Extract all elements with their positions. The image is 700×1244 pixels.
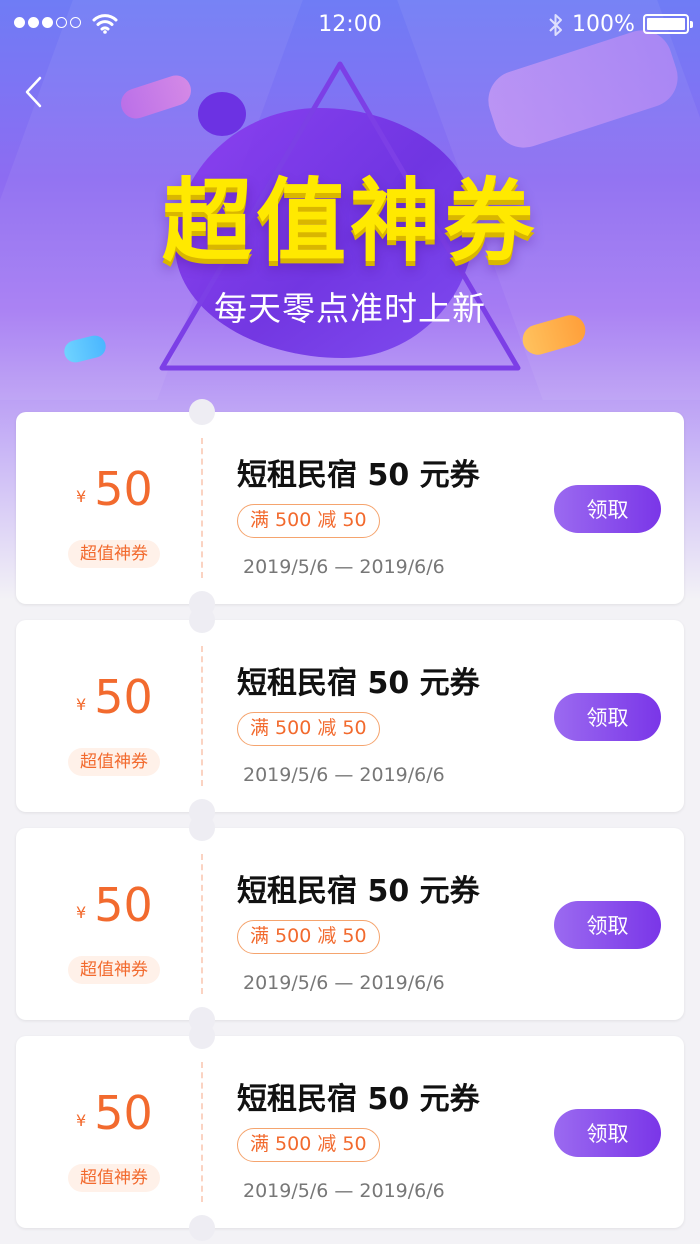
coupon-amount-value: 50	[94, 878, 153, 932]
claim-button[interactable]: 领取	[554, 693, 661, 741]
coupon-rule-badge: 满 500 减 50	[237, 920, 380, 954]
status-bar: 12:00 100%	[0, 0, 700, 48]
coupon-amount-value: 50	[94, 670, 153, 724]
coupon-tag: 超值神券	[68, 956, 160, 984]
coupon-name: 短租民宿 50 元券	[237, 458, 480, 493]
coupon-amount: ¥50	[76, 878, 153, 932]
currency-symbol: ¥	[76, 487, 87, 506]
coupon-value-panel: ¥50 超值神券	[16, 1036, 202, 1228]
coupon-rule-badge: 满 500 减 50	[237, 1128, 380, 1162]
coupon-rule-badge: 满 500 减 50	[237, 504, 380, 538]
coupon-amount-value: 50	[94, 462, 153, 516]
currency-symbol: ¥	[76, 695, 87, 714]
claim-button[interactable]: 领取	[554, 485, 661, 533]
coupon-rule-badge: 满 500 减 50	[237, 712, 380, 746]
currency-symbol: ¥	[76, 903, 87, 922]
coupon-validity: 2019/5/6 — 2019/6/6	[243, 972, 445, 994]
coupon-name: 短租民宿 50 元券	[237, 666, 480, 701]
coupon-amount: ¥50	[76, 462, 153, 516]
coupon-value-panel: ¥50 超值神券	[16, 412, 202, 604]
coupon-tag: 超值神券	[68, 540, 160, 568]
coupon-validity: 2019/5/6 — 2019/6/6	[243, 1180, 445, 1202]
coupon-name: 短租民宿 50 元券	[237, 1082, 480, 1117]
back-chevron-icon[interactable]	[20, 74, 50, 110]
coupon-value-panel: ¥50 超值神券	[16, 828, 202, 1020]
coupon-card: ¥50 超值神券 短租民宿 50 元券 满 500 减 50 2019/5/6 …	[16, 815, 684, 1033]
coupon-validity: 2019/5/6 — 2019/6/6	[243, 556, 445, 578]
battery-percent: 100%	[572, 12, 635, 37]
battery-fill	[647, 18, 685, 30]
claim-button[interactable]: 领取	[554, 1109, 661, 1157]
coupon-list: ¥50 超值神券 短租民宿 50 元券 满 500 减 50 2019/5/6 …	[16, 399, 684, 1244]
coupon-validity: 2019/5/6 — 2019/6/6	[243, 764, 445, 786]
coupon-card: ¥50 超值神券 短租民宿 50 元券 满 500 减 50 2019/5/6 …	[16, 399, 684, 617]
coupon-amount: ¥50	[76, 670, 153, 724]
bluetooth-icon	[549, 14, 562, 36]
coupon-tag: 超值神券	[68, 748, 160, 776]
currency-symbol: ¥	[76, 1111, 87, 1130]
coupon-card: ¥50 超值神券 短租民宿 50 元券 满 500 减 50 2019/5/6 …	[16, 1023, 684, 1241]
claim-button[interactable]: 领取	[554, 901, 661, 949]
coupon-card: ¥50 超值神券 短租民宿 50 元券 满 500 减 50 2019/5/6 …	[16, 607, 684, 825]
coupon-amount: ¥50	[76, 1086, 153, 1140]
battery-icon	[643, 14, 693, 34]
coupon-tag: 超值神券	[68, 1164, 160, 1192]
coupon-name: 短租民宿 50 元券	[237, 874, 480, 909]
coupon-amount-value: 50	[94, 1086, 153, 1140]
coupon-value-panel: ¥50 超值神券	[16, 620, 202, 812]
hero-title: 超值神券	[162, 169, 538, 274]
hero-subtitle: 每天零点准时上新	[214, 289, 486, 328]
